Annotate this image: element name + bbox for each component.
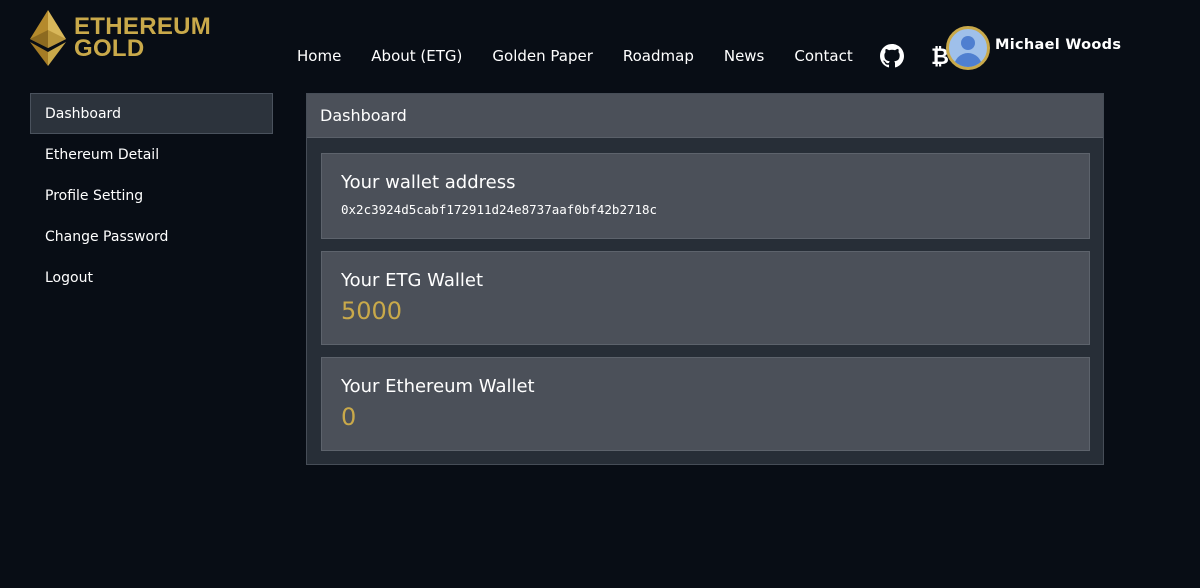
wallet-address-card: Your wallet address 0x2c3924d5cabf172911…	[321, 153, 1090, 239]
ethereum-logo-icon	[30, 10, 66, 66]
nav-news[interactable]: News	[724, 47, 765, 65]
sidebar: Dashboard Ethereum Detail Profile Settin…	[30, 93, 273, 298]
nav-about[interactable]: About (ETG)	[371, 47, 462, 65]
sidebar-item-change-password[interactable]: Change Password	[30, 216, 273, 257]
user-avatar-icon[interactable]	[946, 26, 990, 70]
nav-golden-paper[interactable]: Golden Paper	[492, 47, 592, 65]
nav-roadmap[interactable]: Roadmap	[623, 47, 694, 65]
ethereum-wallet-label: Your Ethereum Wallet	[341, 376, 535, 397]
sidebar-item-ethereum-detail[interactable]: Ethereum Detail	[30, 134, 273, 175]
sidebar-item-profile-setting[interactable]: Profile Setting	[30, 175, 273, 216]
etg-wallet-label: Your ETG Wallet	[341, 270, 483, 291]
dashboard-panel: Dashboard Your wallet address 0x2c3924d5…	[306, 93, 1104, 465]
wallet-address-value: 0x2c3924d5cabf172911d24e8737aaf0bf42b271…	[341, 202, 658, 217]
etg-wallet-value: 5000	[341, 297, 403, 325]
nav-home[interactable]: Home	[297, 47, 341, 65]
ethereum-wallet-value: 0	[341, 403, 357, 431]
ethereum-wallet-card: Your Ethereum Wallet 0	[321, 357, 1090, 451]
sidebar-item-dashboard[interactable]: Dashboard	[30, 93, 273, 134]
brand-line-2: GOLD	[74, 35, 145, 62]
user-menu[interactable]: Michael Woods	[946, 26, 1121, 70]
brand-name: ETHEREUM GOLD	[74, 15, 211, 62]
brand-logo[interactable]: ETHEREUM GOLD	[30, 10, 211, 66]
etg-wallet-card: Your ETG Wallet 5000	[321, 251, 1090, 345]
panel-title: Dashboard	[307, 94, 1103, 138]
sidebar-item-logout[interactable]: Logout	[30, 257, 273, 298]
main-nav: Home About (ETG) Golden Paper Roadmap Ne…	[282, 44, 964, 68]
user-name[interactable]: Michael Woods	[995, 37, 1121, 53]
wallet-address-label: Your wallet address	[341, 172, 516, 193]
github-icon[interactable]	[879, 44, 904, 68]
nav-contact[interactable]: Contact	[794, 47, 852, 65]
